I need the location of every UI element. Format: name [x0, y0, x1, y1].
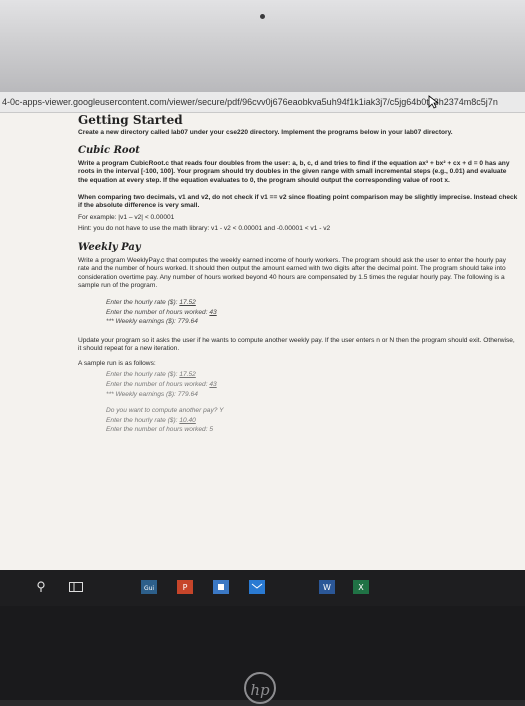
sample-line: Do you want to compute another pay? Y [106, 407, 224, 415]
laptop-bezel-top [0, 0, 525, 92]
svg-text:W: W [323, 583, 331, 592]
sample-line: Enter the hourly rate ($): 17.52 [106, 298, 196, 306]
powerpoint-icon[interactable]: P [176, 579, 194, 595]
cubic-root-heading: Cubic Root [78, 145, 140, 157]
sample-run-1: Enter the hourly rate ($): 17.52 Enter t… [106, 299, 518, 327]
sample-line: *** Weekly earnings ($): 779.64 [106, 390, 198, 398]
screen: 4-0c-apps-viewer.googleusercontent.com/v… [0, 92, 525, 570]
hp-logo: hp [244, 672, 276, 704]
cubic-root-hint: Hint: you do not have to use the math li… [78, 225, 331, 233]
task-view-icon[interactable] [68, 579, 84, 595]
svg-text:P: P [183, 583, 188, 592]
excel-icon[interactable]: X [352, 579, 370, 595]
search-icon[interactable] [34, 579, 48, 595]
word-icon[interactable]: W [318, 579, 336, 595]
sample-line: Enter the number of hours worked: 5 [106, 426, 214, 434]
sample-run-2: Enter the hourly rate ($): 17.52 Enter t… [106, 371, 518, 435]
store-icon[interactable] [212, 579, 230, 595]
weekly-pay-update-text: Update your program so it asks the user … [78, 336, 515, 353]
svg-text:Gui: Gui [144, 585, 154, 592]
pdf-document: Getting Started Create a new directory c… [78, 114, 518, 570]
sample-line: *** Weekly earnings ($): 779.64 [106, 318, 198, 326]
address-bar[interactable]: 4-0c-apps-viewer.googleusercontent.com/v… [0, 92, 525, 113]
bing-app-icon[interactable]: Gui [140, 579, 158, 595]
sample-line: Enter the number of hours worked: 43 [106, 308, 217, 316]
mail-icon[interactable] [248, 579, 266, 595]
section-title: Getting Started [78, 114, 183, 127]
intro-text: Create a new directory called lab07 unde… [78, 128, 453, 136]
sample-intro: A sample run is as follows: [78, 359, 156, 367]
svg-text:X: X [358, 583, 364, 592]
sample-line: Enter the hourly rate ($): 10.40 [106, 416, 196, 424]
sample-line: Enter the hourly rate ($): 17.52 [106, 371, 196, 379]
cubic-root-example: For example: |v1 – v2| < 0.00001 [78, 213, 175, 221]
taskbar: Gui P W X [0, 570, 525, 606]
weekly-pay-heading: Weekly Pay [78, 241, 141, 253]
url-text: 4-0c-apps-viewer.googleusercontent.com/v… [2, 97, 498, 107]
webcam [260, 14, 265, 19]
cubic-root-comparison-note: When comparing two decimals, v1 and v2, … [78, 193, 518, 210]
sample-line: Enter the number of hours worked: 43 [106, 381, 217, 389]
cubic-root-description: Write a program CubicRoot.c that reads f… [78, 159, 510, 184]
mouse-cursor-icon [428, 95, 438, 109]
weekly-pay-description: Write a program WeeklyPay.c that compute… [78, 256, 506, 290]
